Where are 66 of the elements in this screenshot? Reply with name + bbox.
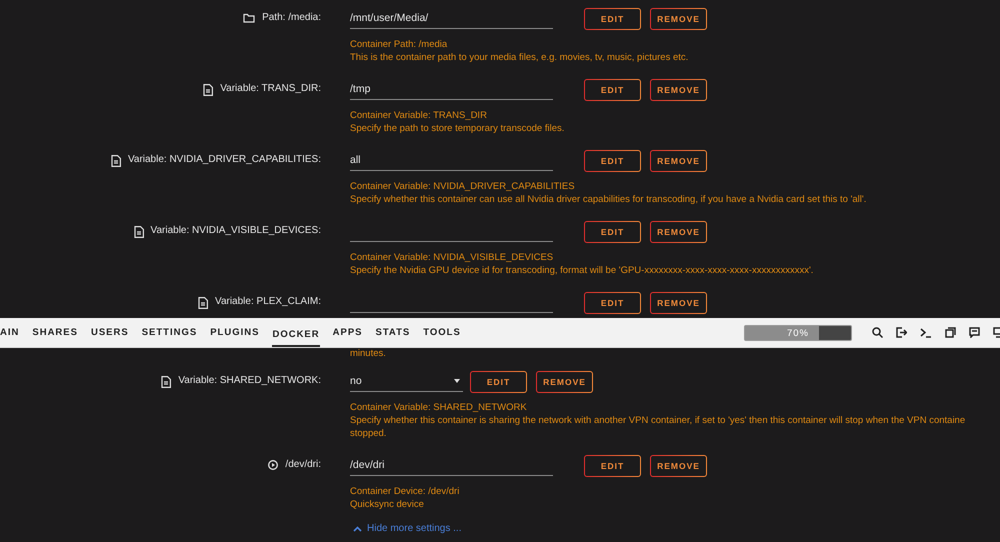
- document-icon: [198, 297, 208, 309]
- remove-button[interactable]: REMOVE: [650, 455, 707, 477]
- container-name: Container Variable: TRANS_DIR: [350, 109, 488, 122]
- edit-button[interactable]: EDIT: [584, 292, 641, 314]
- nav-tab[interactable]: APPS: [332, 318, 362, 347]
- setting-description: Specify whether this container is sharing the network with another VPN container, if set to 'yes' then this container will stop when the VPN containe: [350, 414, 966, 427]
- nav-tab[interactable]: TOOLS: [423, 318, 461, 347]
- document-icon: [110, 155, 121, 167]
- container-name: Container Path: /media: [350, 38, 448, 51]
- setting-description: Specify the Nvidia GPU device id for transcoding, format will be 'GPU-xxxxxxxx-xxxx-xxxx-xxxx-xxxxxxxxxxxx'.: [350, 264, 814, 277]
- setting-description: Specify whether this container can use all Nvidia driver capabilities for transcoding, if you have a Nvidia card set this to 'all'.: [350, 193, 868, 206]
- hide-settings-link[interactable]: Hide more settings ...: [353, 523, 462, 534]
- setting-description: Specify the path to store temporary transcode files.: [350, 122, 566, 135]
- edit-button[interactable]: EDIT: [584, 79, 641, 101]
- input-field[interactable]: /mnt/user/Media/: [350, 9, 553, 29]
- input-field[interactable]: /dev/dri: [350, 456, 553, 476]
- description-text: minutes.: [350, 348, 387, 359]
- select-field[interactable]: no: [350, 372, 463, 392]
- terminal-icon[interactable]: [920, 328, 932, 338]
- edit-button[interactable]: EDIT: [584, 150, 641, 172]
- nav-tab[interactable]: USERS: [90, 318, 129, 347]
- setting-description: This is the container path to your media files, e.g. movies, tv, music, pictures etc.: [350, 51, 690, 64]
- remove-button[interactable]: REMOVE: [650, 292, 707, 314]
- remove-button[interactable]: REMOVE: [536, 371, 593, 393]
- monitor-icon[interactable]: [993, 327, 1000, 338]
- edit-button[interactable]: EDIT: [470, 371, 527, 393]
- nav-tab[interactable]: SETTINGS: [142, 318, 198, 347]
- document-icon: [134, 226, 144, 238]
- edit-button[interactable]: EDIT: [584, 455, 641, 477]
- search-icon[interactable]: [872, 327, 883, 338]
- dropdown-arrow-icon: [454, 379, 460, 383]
- remove-button[interactable]: REMOVE: [650, 79, 707, 101]
- windows-icon[interactable]: [945, 327, 956, 338]
- input-field[interactable]: all: [350, 151, 553, 171]
- setting-label: Path: /media:: [262, 12, 321, 24]
- input-field[interactable]: /tmp: [350, 80, 553, 100]
- folder-icon: [243, 13, 256, 23]
- nav-tab[interactable]: AIN: [0, 318, 20, 347]
- logout-icon[interactable]: [896, 327, 907, 338]
- container-name: Container Variable: NVIDIA_DRIVER_CAPABILITIES: [350, 180, 576, 193]
- remove-button[interactable]: REMOVE: [650, 8, 707, 30]
- setting-description: stopped.: [350, 427, 388, 440]
- document-icon: [161, 376, 172, 388]
- document-icon: [203, 84, 214, 96]
- container-name: Container Variable: NVIDIA_VISIBLE_DEVICES: [350, 251, 554, 264]
- setting-description: Quicksync device: [350, 498, 425, 511]
- nav-tab[interactable]: DOCKER: [272, 324, 320, 346]
- usage-reading: 70%: [786, 328, 810, 338]
- play-circle-icon: [268, 460, 278, 470]
- edit-button[interactable]: EDIT: [584, 8, 641, 30]
- setting-label: Variable: PLEX_CLAIM:: [215, 296, 321, 308]
- chevron-up-icon: [353, 526, 362, 532]
- edit-button[interactable]: EDIT: [584, 221, 641, 243]
- container-name: Container Variable: SHARED_NETWORK: [350, 401, 528, 414]
- comment-icon[interactable]: [969, 327, 980, 338]
- setting-label: Variable: NVIDIA_DRIVER_CAPABILITIES:: [128, 154, 321, 166]
- nav-tab[interactable]: PLUGINS: [210, 318, 260, 347]
- setting-label: Variable: NVIDIA_VISIBLE_DEVICES:: [150, 225, 321, 237]
- setting-label: /dev/dri:: [285, 459, 321, 471]
- setting-label: Variable: SHARED_NETWORK:: [178, 375, 321, 387]
- setting-label: Variable: TRANS_DIR:: [220, 83, 321, 95]
- remove-button[interactable]: REMOVE: [650, 150, 707, 172]
- remove-button[interactable]: REMOVE: [650, 221, 707, 243]
- nav-tab[interactable]: SHARES: [32, 318, 78, 347]
- nav-tab[interactable]: STATS: [376, 318, 410, 347]
- container-name: Container Device: /dev/dri: [350, 485, 460, 498]
